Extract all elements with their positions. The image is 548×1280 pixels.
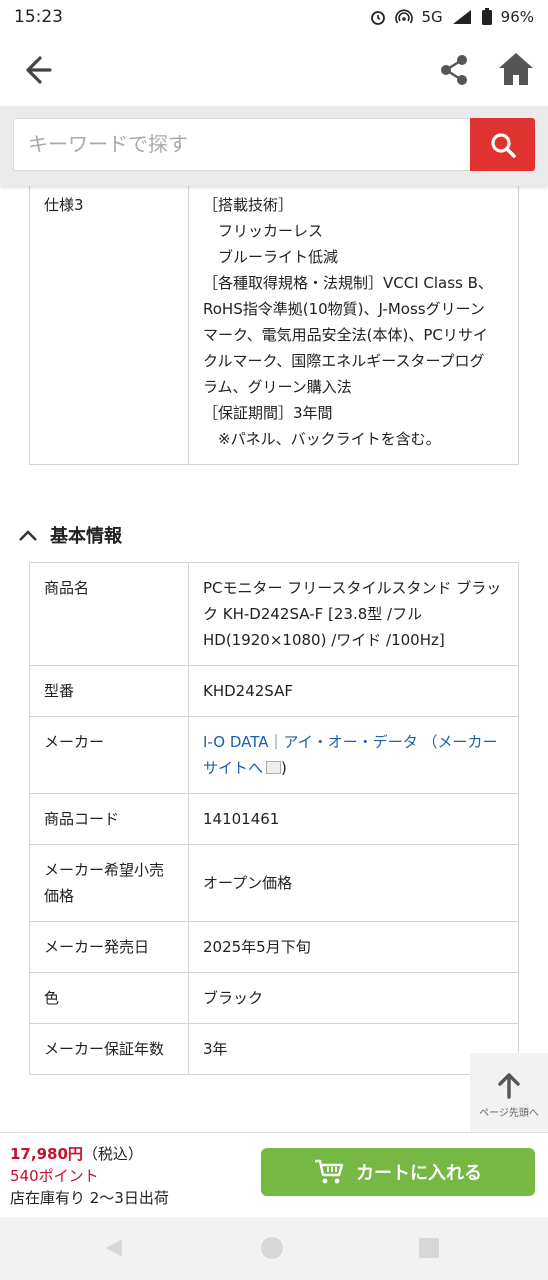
row-label: メーカー希望小売価格 xyxy=(29,844,189,922)
search-bar: キーワードで探す xyxy=(0,106,548,186)
table-row: 色 ブラック xyxy=(29,972,519,1024)
status-time: 15:23 xyxy=(14,7,63,27)
add-to-cart-label: カートに入れる xyxy=(356,1163,482,1184)
network-label: 5G xyxy=(421,8,443,26)
spec-value: ［搭載技術］ フリッカーレス ブルーライト低減 ［各種取得規格・法規制］VCCI… xyxy=(188,179,519,465)
spec-line: ［搭載技術］ xyxy=(203,196,294,214)
spec-line: クルマーク、国際エネルギースタープログ xyxy=(203,352,485,370)
cart-icon xyxy=(315,1159,344,1184)
spec-label: 仕様3 xyxy=(29,179,189,465)
row-value: オープン価格 xyxy=(188,844,519,922)
tax-note: （税込） xyxy=(82,1145,143,1163)
maker-link[interactable]: I-O DATA｜アイ・オー・データ xyxy=(203,733,418,751)
battery-icon xyxy=(481,8,492,25)
spec-line: フリッカーレス xyxy=(203,222,324,240)
spec-line: マーク、電気用品安全法(本体)、PCリサイ xyxy=(203,326,488,344)
hotspot-icon xyxy=(395,9,414,24)
status-bar: 15:23 5G 96% xyxy=(0,0,548,34)
home-icon[interactable] xyxy=(496,50,536,88)
status-icons: 5G 96% xyxy=(369,8,534,26)
table-row: メーカー希望小売価格 オープン価格 xyxy=(29,844,519,922)
nav-recents-icon[interactable] xyxy=(418,1237,440,1259)
table-row: 仕様3 ［搭載技術］ フリッカーレス ブルーライト低減 ［各種取得規格・法規制］… xyxy=(29,179,519,465)
price-block: 17,980円（税込） 540ポイント 店在庫有り 2〜3日出荷 xyxy=(10,1143,169,1209)
row-value: 2025年5月下旬 xyxy=(188,921,519,973)
section-toggle-basic-info[interactable]: 基本情報 xyxy=(18,522,122,548)
battery-percent: 96% xyxy=(500,8,534,26)
nav-home-icon[interactable] xyxy=(260,1236,284,1260)
search-button[interactable] xyxy=(470,118,535,171)
arrow-up-icon xyxy=(498,1073,520,1099)
share-icon[interactable] xyxy=(436,52,472,88)
row-label: メーカー保証年数 xyxy=(29,1023,189,1075)
table-row: 型番 KHD242SAF xyxy=(29,665,519,717)
search-input[interactable]: キーワードで探す xyxy=(13,118,470,171)
row-label: メーカー xyxy=(29,716,189,794)
row-label: 商品コード xyxy=(29,793,189,845)
back-to-top-button[interactable]: ページ先頭へ xyxy=(470,1053,548,1133)
search-icon xyxy=(490,132,516,158)
table-row: 商品名 PCモニター フリースタイルスタンド ブラック KH-D242SA-F … xyxy=(29,562,519,666)
stock-status: 店在庫有り 2〜3日出荷 xyxy=(10,1189,169,1207)
row-value: ブラック xyxy=(188,972,519,1024)
price: 17,980円 xyxy=(10,1145,83,1163)
spec-table: 仕様3 ［搭載技術］ フリッカーレス ブルーライト低減 ［各種取得規格・法規制］… xyxy=(29,170,519,465)
table-row: メーカー I-O DATA｜アイ・オー・データ （メーカーサイトへ) xyxy=(29,716,519,794)
chevron-up-icon xyxy=(19,530,37,541)
row-label: 色 xyxy=(29,972,189,1024)
purchase-bar: 17,980円（税込） 540ポイント 店在庫有り 2〜3日出荷 カートに入れる xyxy=(0,1132,548,1217)
spec-line: ※パネル、バックライトを含む。 xyxy=(203,430,441,448)
basic-info-table: 商品名 PCモニター フリースタイルスタンド ブラック KH-D242SA-F … xyxy=(29,562,519,1075)
row-value: I-O DATA｜アイ・オー・データ （メーカーサイトへ) xyxy=(188,716,519,794)
table-row: 商品コード 14101461 xyxy=(29,793,519,845)
spec-line: ブルーライト低減 xyxy=(203,248,339,266)
row-label: 商品名 xyxy=(29,562,189,666)
nav-back-icon[interactable] xyxy=(102,1236,126,1260)
system-nav-bar xyxy=(0,1216,548,1280)
row-value: KHD242SAF xyxy=(188,665,519,717)
spec-line: RoHS指令準拠(10物質)、J-Mossグリーン xyxy=(203,300,485,318)
external-link-icon xyxy=(266,761,282,774)
points: 540ポイント xyxy=(10,1167,99,1185)
row-value: PCモニター フリースタイルスタンド ブラック KH-D242SA-F [23.… xyxy=(188,562,519,666)
alarm-icon xyxy=(371,11,386,25)
back-arrow-icon[interactable] xyxy=(18,52,58,88)
row-value: 14101461 xyxy=(188,793,519,845)
signal-icon xyxy=(452,10,471,24)
spec-line: ［保証期間］3年間 xyxy=(203,404,333,422)
table-row: メーカー保証年数 3年 xyxy=(29,1023,519,1075)
row-value: 3年 xyxy=(188,1023,519,1075)
app-header xyxy=(0,34,548,107)
back-to-top-label: ページ先頭へ xyxy=(479,1108,539,1119)
section-title: 基本情報 xyxy=(50,526,122,547)
add-to-cart-button[interactable]: カートに入れる xyxy=(261,1148,535,1196)
table-row: メーカー発売日 2025年5月下旬 xyxy=(29,921,519,973)
row-label: メーカー発売日 xyxy=(29,921,189,973)
paren-close: ) xyxy=(281,759,287,777)
row-label: 型番 xyxy=(29,665,189,717)
spec-line: ラム、グリーン購入法 xyxy=(203,378,352,396)
spec-line: ［各種取得規格・法規制］VCCI Class B、 xyxy=(203,274,493,292)
